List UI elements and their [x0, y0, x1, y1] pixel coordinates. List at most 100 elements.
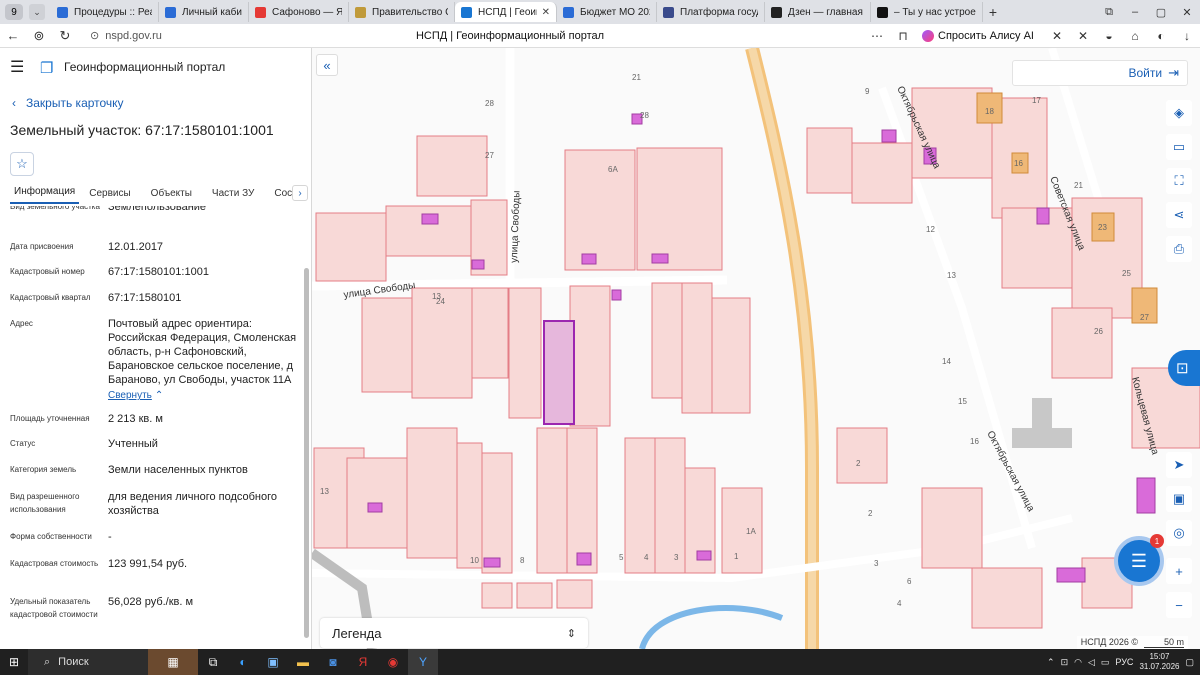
- menu-icon[interactable]: ☰: [10, 57, 34, 77]
- ruler-icon[interactable]: ▭: [1166, 134, 1192, 160]
- language-indicator[interactable]: РУС: [1115, 657, 1133, 667]
- plot-number: 18: [985, 107, 994, 116]
- building: [651, 253, 669, 264]
- chat-button[interactable]: ☰ 1: [1114, 534, 1164, 586]
- locate-icon[interactable]: ◎: [1166, 520, 1192, 546]
- outlook-icon[interactable]: ◙: [318, 649, 348, 675]
- maximize-icon[interactable]: ▢: [1148, 6, 1174, 19]
- tab-favicon-icon: [461, 6, 472, 18]
- browser-tab[interactable]: Бюджет МО 2025² 24: [557, 2, 657, 22]
- windows-start-icon[interactable]: ⊞: [0, 655, 28, 669]
- map-canvas[interactable]: улица Свободы улица Свободы Октябрьская …: [312, 48, 1200, 649]
- collapse-panel-button[interactable]: «: [316, 54, 338, 76]
- extension-icon[interactable]: ✕: [1044, 29, 1070, 43]
- back-icon[interactable]: ←: [0, 28, 26, 43]
- chevron-up-icon: ⌃: [154, 390, 164, 401]
- favorite-star-button[interactable]: ☆: [10, 152, 34, 176]
- share-icon[interactable]: ⋖: [1166, 202, 1192, 228]
- notifications-icon[interactable]: ▢: [1185, 657, 1194, 668]
- extension-icon[interactable]: ◐: [1148, 29, 1174, 43]
- extension-icon[interactable]: ✕: [1070, 29, 1096, 43]
- plot-number: 3: [874, 559, 879, 568]
- tab-parts[interactable]: Части ЗУ: [212, 188, 264, 204]
- sidebar-scrollbar[interactable]: [304, 208, 310, 644]
- login-button[interactable]: Войти ⇥: [1012, 60, 1188, 86]
- tab-objects[interactable]: Объекты: [151, 188, 202, 204]
- property-key: Удельный показатель кадастровой стоимост…: [10, 597, 98, 619]
- property-key: Вид разрешенного использования: [10, 492, 80, 514]
- close-window-icon[interactable]: ✕: [1174, 6, 1200, 19]
- browser-tab[interactable]: – Ты у нас устроенне: [871, 2, 983, 22]
- taskbar-widget-icon[interactable]: ▦: [148, 649, 198, 675]
- property-value: Учтенный: [108, 438, 158, 450]
- parcel: [651, 282, 683, 399]
- property-key: Кадастровая стоимость: [10, 559, 99, 568]
- browser-tab[interactable]: Дзен — главная нов: [765, 2, 871, 22]
- close-tab-icon[interactable]: ✕: [542, 7, 550, 18]
- zoom-in-icon[interactable]: +: [1166, 558, 1192, 584]
- support-chat-tab[interactable]: ⊡: [1168, 350, 1200, 386]
- expand-toggle-icon[interactable]: ⇕: [567, 627, 576, 640]
- battery-icon[interactable]: ▭: [1101, 657, 1110, 668]
- wifi-icon[interactable]: ◠: [1074, 657, 1082, 668]
- parcel: [481, 452, 513, 574]
- task-view-icon[interactable]: ⧉: [198, 649, 228, 675]
- more-icon[interactable]: ⋯: [864, 29, 890, 43]
- zoom-out-icon[interactable]: −: [1166, 592, 1192, 618]
- browser-tab[interactable]: Правительство Смол: [349, 2, 455, 22]
- tab-services[interactable]: Сервисы: [89, 188, 140, 204]
- minimize-icon[interactable]: –: [1122, 6, 1148, 18]
- navigate-icon[interactable]: ➤: [1166, 452, 1192, 478]
- network-icon[interactable]: ⊡: [1061, 657, 1069, 668]
- bookmark-icon[interactable]: ⊓: [890, 29, 916, 43]
- alice-button[interactable]: Спросить Алису AI: [922, 29, 1034, 42]
- legend-panel[interactable]: Легенда ⇕: [320, 618, 588, 648]
- select-area-icon[interactable]: ⛶: [1166, 168, 1192, 194]
- plot-number: 6: [907, 577, 912, 586]
- chevron-down-icon[interactable]: ⌄: [29, 4, 45, 20]
- print-icon[interactable]: ⎙: [1166, 236, 1192, 262]
- collapse-link[interactable]: Свернуть ⌃: [108, 388, 300, 403]
- plot-number: 6А: [608, 165, 618, 174]
- shield-icon[interactable]: ⊚: [26, 28, 52, 44]
- reload-icon[interactable]: ↻: [52, 28, 78, 44]
- tabs-next-button[interactable]: ›: [292, 185, 308, 201]
- property-value: 67:17:1580101:1001: [108, 266, 209, 278]
- building: [881, 129, 897, 143]
- map-view[interactable]: улица Свободы улица Свободы Октябрьская …: [312, 48, 1200, 649]
- layers-icon[interactable]: ◈: [1166, 100, 1192, 126]
- yandex-browser-icon[interactable]: Y: [408, 649, 438, 675]
- edge-icon[interactable]: ◐: [228, 649, 258, 675]
- parcel: [516, 582, 553, 609]
- close-card-link[interactable]: ‹ Закрыть карточку: [12, 96, 311, 110]
- yandex-icon[interactable]: Я: [348, 649, 378, 675]
- parcel: [836, 427, 888, 484]
- browser-tab[interactable]: Платформа государ: [657, 2, 765, 22]
- tab-label: Процедуры :: Реализ: [74, 6, 152, 18]
- store-icon[interactable]: ▣: [258, 649, 288, 675]
- folder-icon[interactable]: ▬: [288, 649, 318, 675]
- extension-icon[interactable]: ◒: [1096, 29, 1122, 43]
- browser-tab[interactable]: Личный кабинет: [159, 2, 249, 22]
- basemap-icon[interactable]: ▣: [1166, 486, 1192, 512]
- plot-number: 27: [1140, 313, 1149, 322]
- tray-chevron-icon[interactable]: ⌃: [1047, 657, 1055, 668]
- extension-icon[interactable]: ⌂: [1122, 29, 1148, 43]
- download-icon[interactable]: ↓: [1174, 29, 1200, 43]
- tab-information[interactable]: Информация: [10, 186, 80, 204]
- volume-icon[interactable]: ◁: [1088, 657, 1095, 668]
- browser-icon[interactable]: ◉: [378, 649, 408, 675]
- browser-tab[interactable]: Сафоново — Яндекс: [249, 2, 349, 22]
- tab-favicon-icon: [563, 6, 574, 18]
- new-tab-button[interactable]: +: [983, 4, 1003, 20]
- url-field[interactable]: ⊙ nspd.gov.ru: [90, 29, 350, 42]
- taskbar-search[interactable]: ⌕ Поиск: [28, 649, 148, 675]
- browser-tab[interactable]: НСПД | Геоинфор ✕: [455, 2, 557, 22]
- tab-count-button[interactable]: 9: [5, 4, 23, 20]
- browser-tab[interactable]: Процедуры :: Реализ: [51, 2, 159, 22]
- scrollbar-thumb[interactable]: [304, 268, 309, 638]
- clock[interactable]: 15:07 31.07.2026: [1139, 652, 1179, 672]
- tab-label: Платформа государ: [680, 6, 758, 18]
- plot-number: 13: [947, 271, 956, 280]
- bookmark-icon[interactable]: ⧉: [1096, 6, 1122, 19]
